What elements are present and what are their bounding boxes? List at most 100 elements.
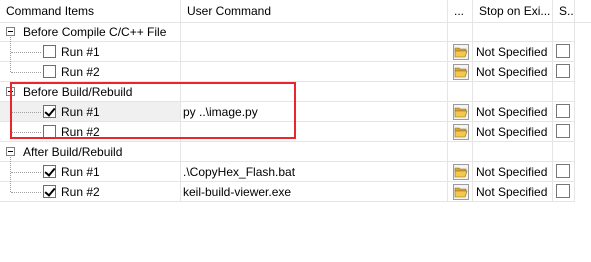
tree-connector	[11, 172, 41, 173]
command-item-cell: Run #1	[0, 102, 181, 122]
column-header-command-items[interactable]: Command Items	[0, 0, 181, 22]
command-item-cell: Run #1	[0, 42, 181, 62]
stop-on-exit-value: Not Specified	[476, 185, 548, 199]
tree-connector	[11, 72, 41, 73]
browse-cell	[448, 182, 473, 202]
run-enable-checkbox[interactable]	[43, 185, 56, 198]
group-row[interactable]: Before Build/Rebuild	[0, 82, 591, 102]
group-cell: Before Compile C/C++ File	[0, 22, 181, 42]
s-checkbox[interactable]	[556, 164, 570, 178]
command-row[interactable]: Run #2 keil-build-viewer.exe Not Specified	[0, 182, 591, 202]
run-enable-checkbox[interactable]	[43, 65, 56, 78]
tree-connector	[11, 132, 41, 133]
run-label: Run #2	[61, 125, 100, 139]
group-s-cell	[553, 142, 575, 162]
collapse-minus-icon[interactable]	[6, 27, 15, 36]
tree-line	[10, 37, 11, 72]
user-command-cell[interactable]	[181, 42, 448, 62]
group-browse-cell	[448, 82, 473, 102]
user-command-cell[interactable]	[181, 62, 448, 82]
stop-on-exit-cell[interactable]: Not Specified	[473, 102, 553, 122]
command-row[interactable]: Run #1 .\CopyHex_Flash.bat Not Specified	[0, 162, 591, 182]
group-browse-cell	[448, 22, 473, 42]
s-cell	[553, 162, 575, 182]
browse-cell	[448, 102, 473, 122]
group-label: Before Build/Rebuild	[23, 85, 133, 99]
run-enable-checkbox[interactable]	[43, 105, 56, 118]
stop-on-exit-value: Not Specified	[476, 125, 548, 139]
run-label: Run #2	[61, 185, 100, 199]
user-command-value: keil-build-viewer.exe	[183, 185, 292, 199]
group-row[interactable]: After Build/Rebuild	[0, 142, 591, 162]
folder-open-icon[interactable]	[453, 64, 469, 80]
stop-on-exit-cell[interactable]: Not Specified	[473, 42, 553, 62]
s-cell	[553, 182, 575, 202]
folder-open-icon[interactable]	[453, 184, 469, 200]
run-enable-checkbox[interactable]	[43, 165, 56, 178]
folder-open-icon[interactable]	[453, 164, 469, 180]
run-enable-checkbox[interactable]	[43, 125, 56, 138]
group-s-cell	[553, 22, 575, 42]
user-command-cell[interactable]: py ..\image.py	[181, 102, 448, 122]
tree-connector	[11, 52, 41, 53]
stop-on-exit-cell[interactable]: Not Specified	[473, 182, 553, 202]
group-user-command-cell	[181, 82, 448, 102]
tree-connector	[11, 192, 41, 193]
s-cell	[553, 102, 575, 122]
tree-line	[10, 157, 11, 192]
collapse-minus-icon[interactable]	[6, 87, 15, 96]
command-row[interactable]: Run #2 Not Specified	[0, 62, 591, 82]
group-user-command-cell	[181, 142, 448, 162]
user-command-value: py ..\image.py	[183, 105, 258, 119]
s-checkbox[interactable]	[556, 124, 570, 138]
column-header-s[interactable]: S...	[553, 0, 575, 22]
run-label: Run #1	[61, 165, 100, 179]
folder-open-icon[interactable]	[453, 104, 469, 120]
command-row[interactable]: Run #2 Not Specified	[0, 122, 591, 142]
stop-on-exit-value: Not Specified	[476, 105, 548, 119]
user-command-cell[interactable]: .\CopyHex_Flash.bat	[181, 162, 448, 182]
grid-header: Command Items User Command ... Stop on E…	[0, 0, 591, 23]
user-command-grid: Command Items User Command ... Stop on E…	[0, 0, 591, 262]
group-browse-cell	[448, 142, 473, 162]
command-row[interactable]: Run #1 Not Specified	[0, 42, 591, 62]
browse-cell	[448, 122, 473, 142]
user-command-cell[interactable]: keil-build-viewer.exe	[181, 182, 448, 202]
command-item-cell: Run #2	[0, 182, 181, 202]
browse-cell	[448, 62, 473, 82]
user-command-value: .\CopyHex_Flash.bat	[183, 165, 296, 179]
run-enable-checkbox[interactable]	[43, 45, 56, 58]
s-checkbox[interactable]	[556, 44, 570, 58]
group-stop-cell	[473, 142, 553, 162]
run-label: Run #2	[61, 65, 100, 79]
s-cell	[553, 42, 575, 62]
stop-on-exit-cell[interactable]: Not Specified	[473, 162, 553, 182]
group-label: Before Compile C/C++ File	[23, 25, 167, 39]
browse-cell	[448, 162, 473, 182]
group-stop-cell	[473, 82, 553, 102]
stop-on-exit-value: Not Specified	[476, 165, 548, 179]
command-item-cell: Run #2	[0, 122, 181, 142]
tree-line	[10, 97, 11, 132]
collapse-minus-icon[interactable]	[6, 147, 15, 156]
stop-on-exit-cell[interactable]: Not Specified	[473, 122, 553, 142]
folder-open-icon[interactable]	[453, 44, 469, 60]
folder-open-icon[interactable]	[453, 124, 469, 140]
column-header-browse[interactable]: ...	[448, 0, 473, 22]
group-s-cell	[553, 82, 575, 102]
run-label: Run #1	[61, 105, 100, 119]
tree-connector	[11, 112, 41, 113]
user-command-cell[interactable]	[181, 122, 448, 142]
s-checkbox[interactable]	[556, 104, 570, 118]
s-checkbox[interactable]	[556, 184, 570, 198]
column-header-stop-on-exit[interactable]: Stop on Exi...	[473, 0, 553, 22]
group-stop-cell	[473, 22, 553, 42]
column-header-user-command[interactable]: User Command	[181, 0, 448, 22]
group-row[interactable]: Before Compile C/C++ File	[0, 22, 591, 42]
command-item-cell: Run #2	[0, 62, 181, 82]
browse-cell	[448, 42, 473, 62]
s-checkbox[interactable]	[556, 64, 570, 78]
stop-on-exit-value: Not Specified	[476, 65, 548, 79]
command-row[interactable]: Run #1 py ..\image.py Not Specified	[0, 102, 591, 122]
stop-on-exit-cell[interactable]: Not Specified	[473, 62, 553, 82]
